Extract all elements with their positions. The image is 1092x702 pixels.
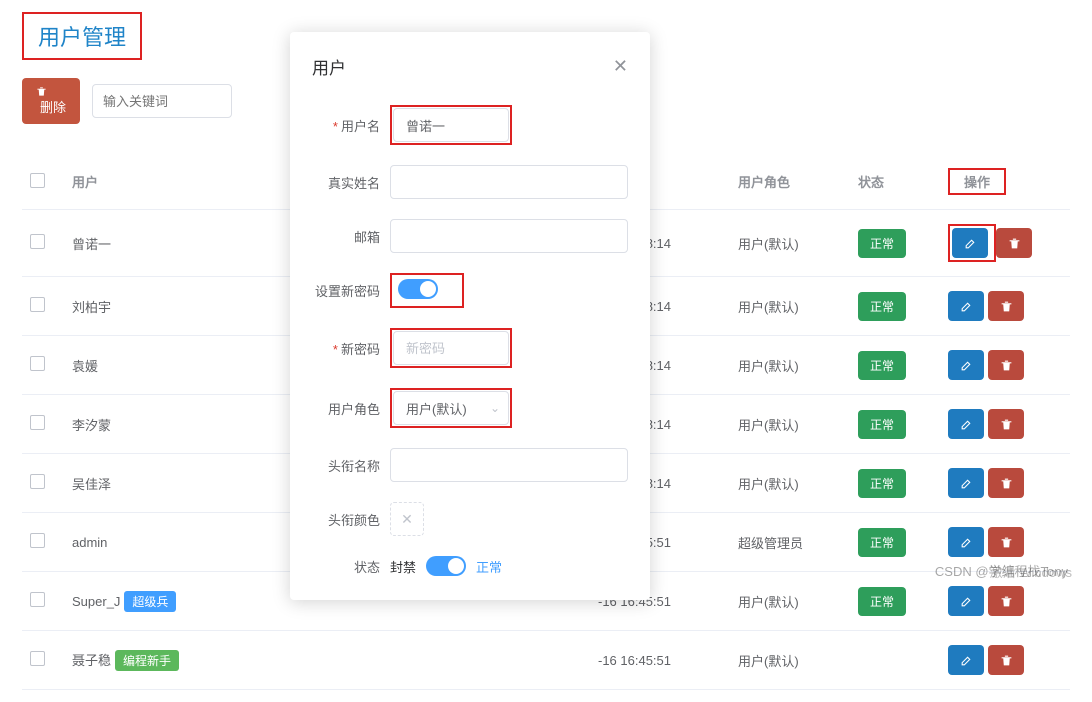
delete-button-label: 删除 [40,100,66,115]
status-badge: 正常 [858,587,906,616]
row-checkbox[interactable] [30,592,45,607]
label-role: 用户角色 [328,402,380,417]
cell-role: 用户(默认) [730,336,850,395]
edit-button[interactable] [948,527,984,557]
page-title: 用户管理 [22,12,142,60]
row-checkbox[interactable] [30,234,45,249]
cell-role: 超级管理员 [730,513,850,572]
search-input-wrap[interactable] [92,84,232,118]
edit-button[interactable] [948,291,984,321]
input-username[interactable] [393,108,509,142]
label-email: 邮箱 [354,230,380,245]
delete-row-button[interactable] [988,291,1024,321]
status-badge: 正常 [858,229,906,258]
edit-button[interactable] [948,468,984,498]
delete-button[interactable]: 删除 [22,78,80,124]
edit-button[interactable] [948,645,984,675]
chevron-down-icon: ⌄ [490,401,500,415]
color-picker[interactable]: ✕ [390,502,424,536]
delete-row-button[interactable] [988,645,1024,675]
trash-icon [36,86,66,97]
label-status: 状态 [354,560,380,575]
label-username: 用户名 [341,119,380,134]
toggle-set-password[interactable] [398,279,438,299]
col-status: 状态 [850,154,940,210]
input-new-password[interactable] [393,331,509,365]
select-role-value: 用户(默认) [406,399,467,418]
edit-button[interactable] [948,409,984,439]
status-badge: 正常 [858,410,906,439]
modal-title: 用户 [312,54,346,79]
csdn-watermark: CSDN @学编程找Tony [935,561,1068,580]
label-realname: 真实姓名 [328,176,380,191]
status-badge: 正常 [858,292,906,321]
cell-user: 聂子稳编程新手 [64,631,590,690]
row-checkbox[interactable] [30,533,45,548]
edit-button[interactable] [948,350,984,380]
user-modal: 用户 ✕ *用户名 真实姓名 邮箱 设置新密码 *新密码 用户角色 用户(默认)… [290,32,650,600]
input-rank-name[interactable] [390,448,628,482]
cell-role: 用户(默认) [730,631,850,690]
cell-role: 用户(默认) [730,572,850,631]
row-checkbox[interactable] [30,415,45,430]
status-badge: 正常 [858,351,906,380]
label-rank-color: 头衔颜色 [328,513,380,528]
delete-row-button[interactable] [988,527,1024,557]
cell-role: 用户(默认) [730,454,850,513]
checkbox-all[interactable] [30,173,45,188]
status-badge: 正常 [858,528,906,557]
user-badge: 编程新手 [115,650,179,671]
toggle-status[interactable] [426,556,466,576]
label-rank-name: 头衔名称 [328,459,380,474]
table-row: 聂子稳编程新手-16 16:45:51用户(默认) [22,631,1070,690]
delete-row-button[interactable] [996,228,1032,258]
edit-button[interactable] [952,228,988,258]
delete-row-button[interactable] [988,468,1024,498]
search-input[interactable] [93,94,289,109]
col-op: 操作 [940,154,1070,210]
col-role: 用户角色 [730,154,850,210]
edit-button[interactable] [948,586,984,616]
delete-row-button[interactable] [988,586,1024,616]
label-set-password: 设置新密码 [315,284,380,299]
delete-row-button[interactable] [988,350,1024,380]
cell-role: 用户(默认) [730,395,850,454]
row-checkbox[interactable] [30,651,45,666]
input-email[interactable] [390,219,628,253]
input-realname[interactable] [390,165,628,199]
close-icon[interactable]: ✕ [613,56,628,77]
status-normal-label: 正常 [476,557,502,576]
select-role[interactable]: 用户(默认) ⌄ [393,391,509,425]
row-checkbox[interactable] [30,356,45,371]
status-ban-label: 封禁 [390,557,416,576]
label-new-password: 新密码 [341,342,380,357]
delete-row-button[interactable] [988,409,1024,439]
row-checkbox[interactable] [30,297,45,312]
status-badge: 正常 [858,469,906,498]
cell-role: 用户(默认) [730,277,850,336]
cell-time: -16 16:45:51 [590,631,730,690]
cell-role: 用户(默认) [730,210,850,277]
row-checkbox[interactable] [30,474,45,489]
